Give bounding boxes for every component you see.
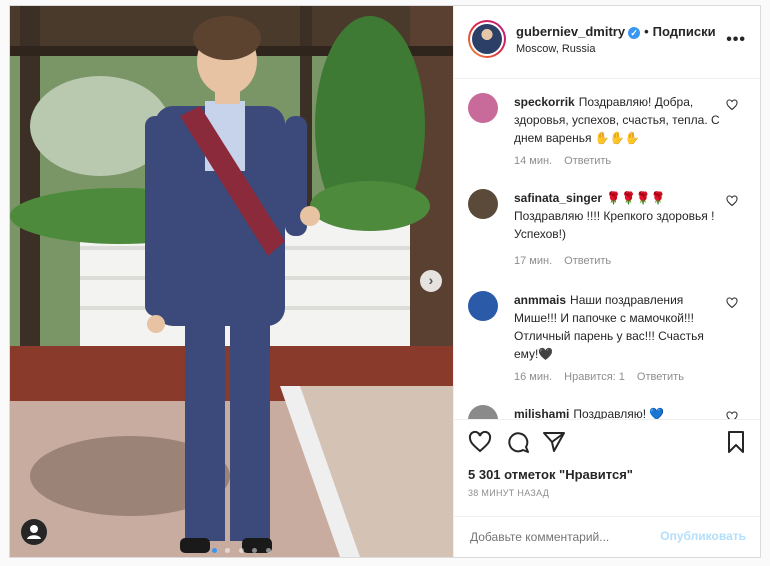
verified-badge-icon: ✓	[628, 26, 641, 39]
carousel-dot	[212, 548, 217, 553]
carousel-dot	[252, 548, 258, 553]
post-photo-image	[10, 6, 453, 557]
carousel-indicator	[210, 540, 273, 557]
user-tag-button[interactable]	[21, 519, 47, 545]
bookmark-icon[interactable]	[724, 430, 748, 454]
heart-icon[interactable]	[468, 430, 492, 454]
commenter-avatar[interactable]	[468, 405, 498, 419]
carousel-dot	[265, 548, 271, 553]
post-card: › guberniev_dmitry ✓ • Подписки Moscow, …	[9, 5, 761, 558]
reply-button[interactable]: Ответить	[637, 371, 684, 383]
post-side-panel: guberniev_dmitry ✓ • Подписки Moscow, Russi…	[453, 6, 760, 557]
commenter-avatar[interactable]	[468, 189, 498, 219]
commenter-username[interactable]: speckorrik	[514, 95, 575, 109]
reply-button[interactable]: Ответить	[564, 255, 611, 267]
comment-text-block: safinata_singer 🌹🌹🌹🌹 Поздравляю !!!! Креп…	[514, 189, 724, 243]
post-photo[interactable]: ›	[10, 6, 453, 557]
commenter-username[interactable]: safinata_singer	[514, 191, 602, 205]
author-line: guberniev_dmitry ✓ • Подписки	[516, 24, 716, 39]
comment-like-heart-icon[interactable]	[726, 99, 738, 111]
comment-item: milishami Поздравляю! 💙	[468, 405, 758, 419]
commenter-avatar[interactable]	[468, 291, 498, 321]
instagram-post-page: › guberniev_dmitry ✓ • Подписки Moscow, …	[0, 0, 770, 566]
post-timestamp[interactable]: 38 МИНУТ НАЗАД	[468, 488, 549, 498]
header-separator: •	[644, 24, 649, 39]
carousel-dot	[225, 548, 231, 553]
post-actions: 5 301 отметок "Нравится" 38 МИНУТ НАЗАД …	[454, 419, 760, 558]
author-avatar-image	[472, 24, 502, 54]
chevron-right-icon: ›	[428, 272, 434, 288]
comment-item: anmmais Наши поздравления Мише!!! И папоч…	[468, 291, 758, 391]
comment-text-block: anmmais Наши поздравления Мише!!! И папоч…	[514, 291, 724, 363]
comment-time: 14 мин.	[514, 155, 553, 167]
more-options-icon[interactable]: •••	[726, 31, 746, 49]
add-comment-bar: Опубликовать	[454, 516, 760, 559]
author-avatar[interactable]	[468, 20, 506, 58]
comment-text-block: speckorrik Поздравляю! Добра, здоровья, у…	[514, 93, 724, 147]
following-button[interactable]: Подписки	[653, 24, 716, 39]
comment-meta: 17 мин. Ответить	[514, 255, 623, 267]
user-tag-icon	[27, 525, 41, 539]
carousel-dot	[238, 548, 244, 553]
comment-time: 17 мин.	[514, 255, 553, 267]
reply-button[interactable]: Ответить	[564, 155, 611, 167]
comment-meta: 16 мин. Нравится: 1 Ответить	[514, 371, 696, 383]
comment-text-block: milishami Поздравляю! 💙	[514, 405, 724, 419]
comment-text: Поздравляю! 💙	[573, 407, 665, 419]
author-username[interactable]: guberniev_dmitry	[516, 24, 625, 39]
comment-time: 16 мин.	[514, 371, 553, 383]
commenter-avatar[interactable]	[468, 93, 498, 123]
comment-meta: 14 мин. Ответить	[514, 155, 623, 167]
commenter-username[interactable]: anmmais	[514, 293, 566, 307]
post-header: guberniev_dmitry ✓ • Подписки Moscow, Russi…	[454, 6, 760, 79]
commenter-username[interactable]: milishami	[514, 407, 569, 419]
comment-likes-count[interactable]: Нравится: 1	[564, 371, 625, 383]
share-icon[interactable]	[542, 430, 566, 454]
next-slide-button[interactable]: ›	[420, 270, 442, 292]
comment-item: speckorrik Поздравляю! Добра, здоровья, у…	[468, 93, 758, 173]
publish-button[interactable]: Опубликовать	[660, 529, 746, 543]
comment-like-heart-icon[interactable]	[726, 297, 738, 309]
comment-like-heart-icon[interactable]	[726, 195, 738, 207]
comment-input[interactable]	[468, 529, 672, 545]
comments-list[interactable]: speckorrik Поздравляю! Добра, здоровья, у…	[454, 79, 760, 419]
post-location[interactable]: Moscow, Russia	[516, 43, 595, 55]
comment-like-heart-icon[interactable]	[726, 411, 738, 419]
likes-count[interactable]: 5 301 отметок "Нравится"	[468, 467, 633, 482]
comment-item: safinata_singer 🌹🌹🌹🌹 Поздравляю !!!! Креп…	[468, 189, 758, 269]
comment-icon[interactable]	[506, 430, 530, 454]
